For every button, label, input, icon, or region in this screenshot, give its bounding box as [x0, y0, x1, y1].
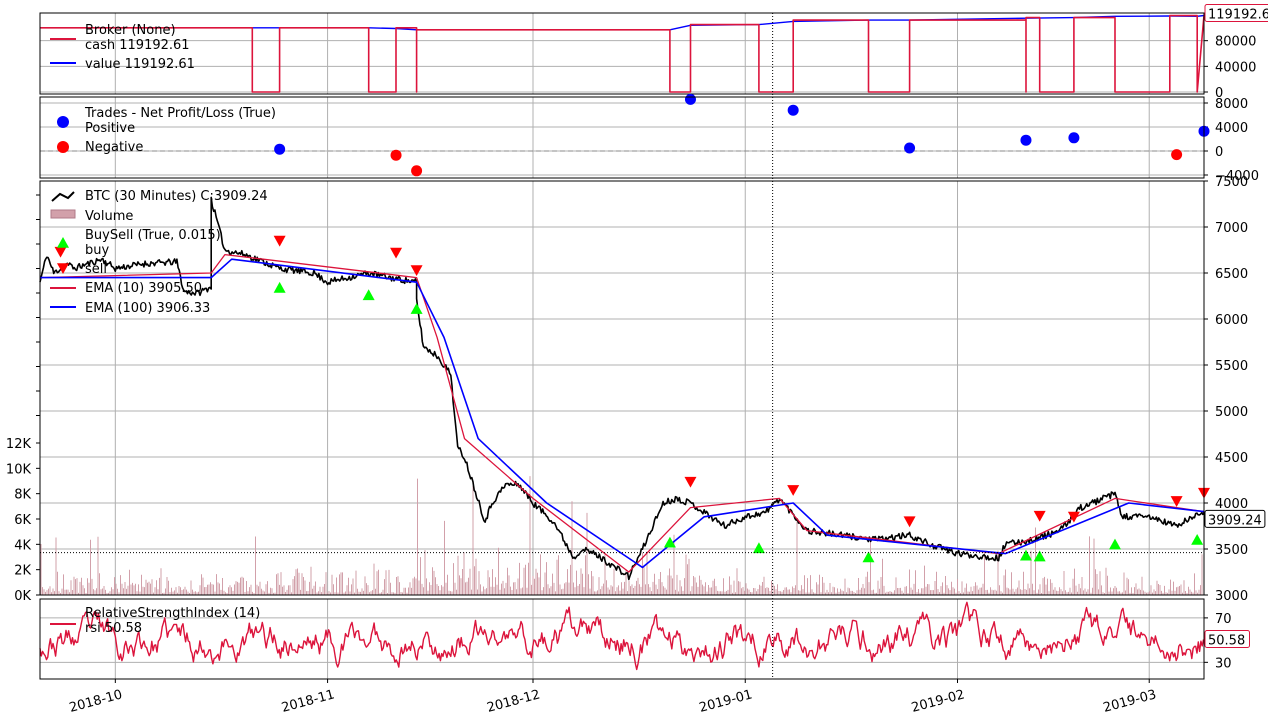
trades-panel: −4000040008000Trades - Net Profit/Loss (…: [39, 93, 1259, 184]
sell-marker: [684, 476, 697, 488]
cash-line: [40, 14, 1205, 93]
trade-negative-point: [1171, 149, 1183, 161]
trades-ytick-label: 8000: [1215, 97, 1248, 112]
price-ytick-label: 5000: [1215, 405, 1248, 420]
legend-buy-marker: [57, 237, 69, 248]
legend-rsi: rsi 50.58: [85, 621, 142, 636]
price-ytick-label: 6000: [1215, 313, 1248, 328]
trade-positive-point: [787, 104, 799, 116]
sell-marker: [273, 235, 286, 247]
broker-ytick-label: 40000: [1215, 60, 1256, 75]
buy-marker: [410, 303, 423, 314]
price-ytick-label: 4500: [1215, 451, 1248, 466]
trade-negative-point: [390, 149, 402, 161]
trades-legend-title: Trades - Net Profit/Loss (True): [84, 106, 276, 121]
close-price-line: [39, 196, 1205, 581]
xtick-label: 2019-03: [1102, 687, 1158, 716]
trades-ytick-label: 4000: [1215, 121, 1248, 136]
legend-negative: Negative: [85, 140, 143, 155]
buy-marker: [1019, 549, 1032, 561]
date-axis: 2018-10 2018-11 2018-12 2019-01 2019-02 2019-…: [68, 679, 1158, 716]
volume-tick-label: 0K: [14, 589, 31, 604]
broker-legend-title: Broker (None): [85, 23, 176, 38]
xtick-label: 2018-12: [485, 687, 541, 716]
trade-positive-point: [274, 143, 286, 155]
legend-volume: Volume: [85, 209, 133, 224]
volume-bars: [40, 476, 1203, 595]
legend-close: BTC (30 Minutes) C:3909.24: [85, 189, 268, 204]
price-ytick-label: 4000: [1215, 497, 1248, 512]
legend-positive: Positive: [85, 121, 135, 136]
legend-buy: buy: [85, 243, 109, 258]
legend-sell: sell: [85, 262, 107, 277]
price-ytick-label: 7000: [1215, 221, 1248, 236]
legend-positive-marker: [57, 116, 69, 128]
buy-marker: [752, 542, 765, 554]
trade-negative-point: [411, 165, 423, 177]
legend-negative-marker: [57, 141, 69, 153]
xtick-label: 2018-10: [68, 687, 124, 716]
sell-marker: [54, 246, 67, 258]
legend-ema10: EMA (10) 3905.50: [85, 281, 202, 296]
trade-positive-point: [1020, 134, 1032, 146]
ema10-line: [39, 253, 1205, 573]
buy-marker: [362, 289, 375, 301]
legend-value: value 119192.61: [85, 57, 195, 72]
sell-marker: [1170, 496, 1183, 507]
price-ytick-label: 3500: [1215, 543, 1248, 558]
price-ytick-label: 3000: [1215, 589, 1248, 604]
rsi-last-value: 50.58: [1208, 633, 1245, 648]
sell-marker: [903, 516, 916, 528]
buy-marker: [273, 281, 286, 293]
xtick-label: 2018-11: [280, 687, 336, 716]
rsi-panel: 30 70 50.58 RelativeStrengthIndex (14)rsi 5…: [39, 598, 1250, 680]
rsi-ytick-label: 30: [1215, 656, 1232, 671]
broker-panel: 04000080000119192.61Broker (None)cash 11…: [39, 4, 1268, 101]
trade-positive-point: [1068, 132, 1080, 144]
sell-marker: [390, 247, 403, 259]
buy-marker: [1108, 538, 1121, 550]
legend-cash: cash 119192.61: [85, 38, 190, 53]
price-ytick-label: 6500: [1215, 267, 1248, 282]
sell-marker: [1033, 510, 1046, 522]
volume-tick-label: 10K: [6, 462, 32, 477]
sell-marker: [787, 485, 800, 496]
price-last-value: 3909.24: [1208, 513, 1262, 528]
trade-positive-point: [904, 142, 916, 154]
volume-tick-label: 4K: [14, 538, 31, 553]
xtick-label: 2019-01: [698, 687, 754, 716]
trades-ytick-label: 0: [1215, 145, 1223, 160]
trade-positive-point: [684, 93, 696, 105]
legend-close-line: [51, 191, 75, 202]
ema100-line: [40, 258, 1205, 569]
volume-tick-label: 2K: [14, 564, 31, 579]
price-ytick-label: 7500: [1215, 175, 1248, 190]
xtick-label: 2019-02: [910, 687, 966, 716]
legend-buysell: BuySell (True, 0.015): [85, 228, 221, 243]
broker-ytick-label: 80000: [1215, 35, 1256, 50]
broker-last-value: 119192.61: [1208, 8, 1268, 23]
rsi-legend-title: RelativeStrengthIndex (14): [85, 606, 260, 621]
rsi-ytick-label: 70: [1215, 612, 1232, 627]
buy-marker: [1191, 534, 1204, 545]
volume-tick-label: 12K: [6, 437, 32, 452]
price-panel: 3000 3500 4000 4500 5000 5500 6000 6500 7000 7500…: [6, 175, 1266, 604]
volume-tick-label: 6K: [14, 513, 31, 528]
volume-tick-label: 8K: [14, 488, 31, 503]
sell-marker: [410, 265, 423, 277]
backtest-chart: 0 40000 80000 119192.61 Broker (None)cash 11…: [6, 4, 1268, 716]
legend-volume-marker: [50, 209, 76, 219]
legend-ema100: EMA (100) 3906.33: [85, 301, 210, 316]
price-ytick-label: 5500: [1215, 359, 1248, 374]
price-frame: [39, 180, 1205, 596]
broker-frame: [39, 12, 1205, 95]
